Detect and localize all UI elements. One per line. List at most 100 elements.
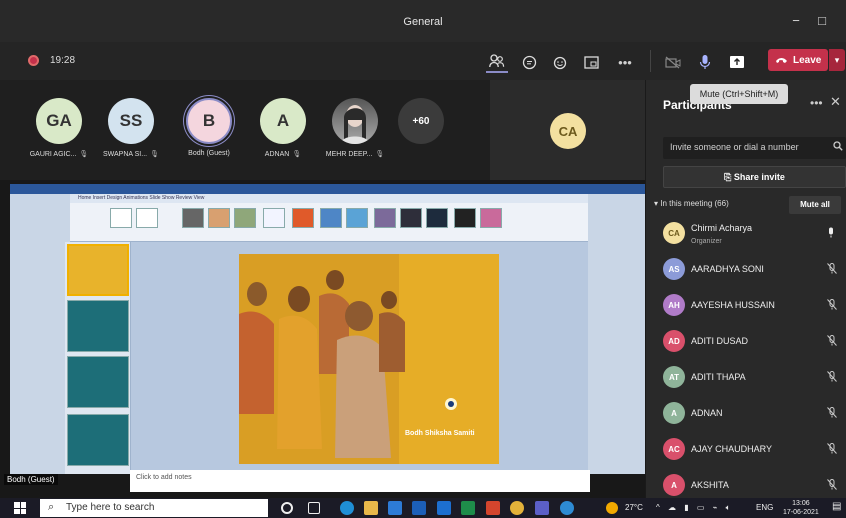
slide-thumbnails <box>65 242 131 474</box>
system-tray-icons[interactable]: ^ ☁ ▮ ▭ ⌁ 🔈︎ <box>656 503 733 513</box>
leave-options-chevron-icon[interactable]: ▾ <box>829 49 845 71</box>
slide-thumbnail[interactable] <box>67 244 129 296</box>
participant-row[interactable]: AS AARADHYA SONI <box>663 256 845 284</box>
participant-row[interactable]: AH AAYESHA HUSSAIN <box>663 292 845 320</box>
slide-notes[interactable]: Click to add notes <box>130 470 590 492</box>
teams-window: General − □ 19:28 ••• Leave ▾ Mute (Ctrl… <box>0 0 846 518</box>
microphone-icon[interactable] <box>694 51 716 73</box>
meeting-toolbar: 19:28 ••• Leave ▾ <box>0 42 846 80</box>
camera-off-icon[interactable] <box>662 51 684 73</box>
participant-row[interactable]: A AKSHITA <box>663 472 845 500</box>
minimize-button[interactable]: − <box>786 12 806 30</box>
file-explorer-icon[interactable] <box>364 501 378 515</box>
chat-icon[interactable] <box>518 51 540 73</box>
clock-time: 13:06 <box>792 500 810 507</box>
mic-off-icon <box>827 335 837 349</box>
language-indicator[interactable]: ENG <box>756 503 773 512</box>
clock-date: 17-06-2021 <box>783 509 819 516</box>
more-options-icon[interactable]: ••• <box>810 96 823 110</box>
windows-start-icon[interactable] <box>14 502 26 514</box>
participant-tile[interactable]: A ADNAN 🎙︎ <box>251 98 315 158</box>
close-icon[interactable]: ✕ <box>830 94 841 110</box>
slide-logo-text: Bodh Shiksha Samiti <box>405 430 475 437</box>
notifications-icon[interactable]: ▤ <box>832 501 841 512</box>
participant-row[interactable]: A ADNAN <box>663 400 845 428</box>
windows-taskbar: ⌕ Type here to search 27°C ^ ☁ ▮ ▭ ⌁ 🔈︎ … <box>0 498 846 518</box>
participant-tile[interactable]: MEHR DEEP... 🎙︎ <box>323 98 387 158</box>
participant-tile[interactable]: GA GAURI AGIC... 🎙︎ <box>27 98 91 158</box>
participant-role: Organizer <box>691 238 722 245</box>
ppt-ribbon: Home Insert Design Animations Slide Show… <box>70 194 588 242</box>
taskbar-clock[interactable]: 13:06 17-06-2021 <box>783 499 819 517</box>
temperature: 27°C <box>625 503 643 512</box>
share-invite-button[interactable]: ⎘ Share invite <box>663 166 846 188</box>
participant-name: AARADHYA SONI <box>691 264 764 274</box>
participant-row[interactable]: AT ADITI THAPA <box>663 364 845 392</box>
reactions-icon[interactable] <box>549 51 571 73</box>
mic-off-icon: 🎙︎ <box>79 151 89 158</box>
theme-swatch <box>234 208 256 228</box>
slide-thumbnail[interactable] <box>67 356 129 408</box>
maximize-button[interactable]: □ <box>812 12 832 30</box>
title-bar: General − □ <box>0 0 846 42</box>
help-icon[interactable] <box>560 501 574 515</box>
participant-tile[interactable]: B Bodh (Guest) <box>177 98 241 157</box>
mute-tooltip: Mute (Ctrl+Shift+M) <box>690 84 788 104</box>
overflow-participants-button[interactable]: +60 <box>389 98 453 144</box>
breakout-rooms-icon[interactable] <box>580 51 602 73</box>
theme-swatch <box>346 208 368 228</box>
theme-swatch <box>480 208 502 228</box>
avatar: AT <box>663 366 685 388</box>
theme-swatch <box>110 208 132 228</box>
participant-name: ADITI DUSAD <box>691 336 749 346</box>
leave-button[interactable]: Leave <box>768 49 828 71</box>
in-meeting-header[interactable]: ▾ In this meeting (66) <box>654 199 729 208</box>
participant-row[interactable]: AD ADITI DUSAD <box>663 328 845 356</box>
participant-name: AAYESHA HUSSAIN <box>691 300 775 310</box>
chrome-icon[interactable] <box>510 501 524 515</box>
people-icon[interactable] <box>486 51 508 73</box>
more-options-icon[interactable]: ••• <box>614 51 636 73</box>
mail-icon[interactable] <box>412 501 426 515</box>
weather-icon <box>606 502 618 514</box>
current-slide[interactable]: Bodh Shiksha Samiti <box>239 254 499 464</box>
mic-off-icon <box>827 371 837 385</box>
store-icon[interactable] <box>388 501 402 515</box>
overflow-count: +60 <box>398 98 444 144</box>
theme-swatch <box>320 208 342 228</box>
edge-icon[interactable] <box>340 501 354 515</box>
task-view-icon[interactable] <box>308 502 320 514</box>
teams-icon[interactable] <box>535 501 549 515</box>
theme-swatch <box>454 208 476 228</box>
mic-off-icon <box>827 263 837 277</box>
search-icon[interactable] <box>833 141 843 154</box>
powerpoint-icon[interactable] <box>486 501 500 515</box>
avatar: AH <box>663 294 685 316</box>
mic-off-icon <box>827 299 837 313</box>
toolbar-divider <box>650 50 651 72</box>
avatar: B <box>186 98 232 144</box>
cortana-icon[interactable] <box>281 502 293 514</box>
recording-icon <box>28 55 39 66</box>
mic-off-icon <box>827 443 837 457</box>
taskbar-search-input[interactable]: ⌕ Type here to search <box>40 499 268 517</box>
spotlight-tile[interactable]: CA <box>490 80 645 180</box>
slide-thumbnail[interactable] <box>67 300 129 352</box>
share-screen-icon[interactable] <box>726 51 748 73</box>
mute-all-button[interactable]: Mute all <box>789 196 841 214</box>
shared-screen: Home Insert Design Animations Slide Show… <box>0 180 645 498</box>
participant-row[interactable]: CA Chirmi Acharya Organizer <box>663 220 845 248</box>
invite-input[interactable]: Invite someone or dial a number <box>663 137 846 159</box>
theme-swatch <box>208 208 230 228</box>
share-icon: ⎘ <box>724 172 734 182</box>
slide-thumbnail[interactable] <box>67 414 129 466</box>
participant-name: GAURI AGIC... <box>29 151 77 158</box>
theme-swatch <box>182 208 204 228</box>
microphone-icon <box>827 227 835 241</box>
word-icon[interactable] <box>437 501 451 515</box>
share-invite-label: Share invite <box>733 172 785 182</box>
participant-tile[interactable]: SS SWAPNA SI... 🎙︎ <box>99 98 163 158</box>
excel-icon[interactable] <box>461 501 475 515</box>
participant-row[interactable]: AC AJAY CHAUDHARY <box>663 436 845 464</box>
slide-canvas: Bodh Shiksha Samiti <box>131 242 588 474</box>
